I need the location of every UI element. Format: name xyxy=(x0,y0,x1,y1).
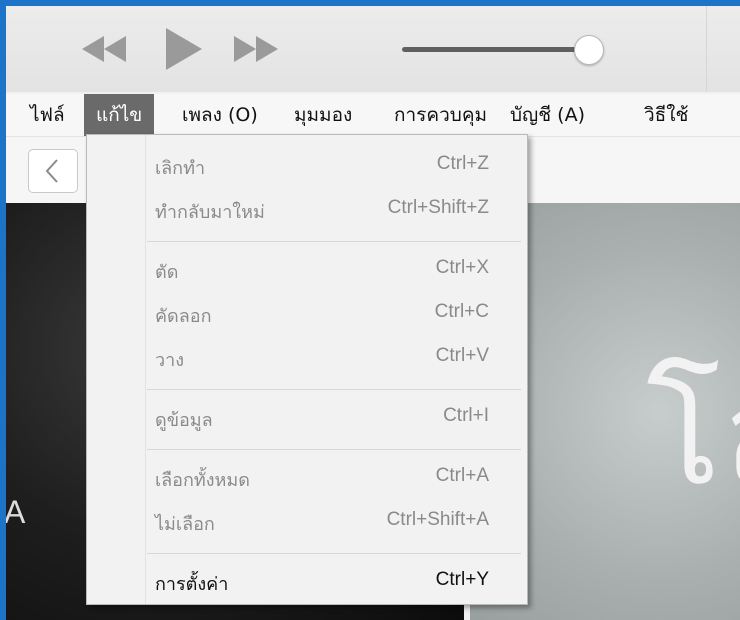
menu-item-label: ตัด xyxy=(155,262,179,283)
menu-item-copy[interactable]: คัดลอก Ctrl+C xyxy=(87,295,527,335)
menu-separator xyxy=(147,241,521,242)
menu-controls[interactable]: การควบคุม xyxy=(382,94,499,136)
menu-music[interactable]: เพลง (O) xyxy=(170,94,270,136)
menu-separator xyxy=(147,449,521,450)
fast-forward-icon[interactable] xyxy=(232,32,280,66)
menu-item-label: เลือกทั้งหมด xyxy=(155,470,250,491)
menu-help[interactable]: วิธีใช้ xyxy=(632,94,700,136)
chevron-left-icon xyxy=(45,159,58,183)
menu-separator xyxy=(147,389,521,390)
menu-separator xyxy=(147,553,521,554)
menu-edit[interactable]: แก้ไข xyxy=(84,94,155,136)
menu-item-label: การตั้งค่า xyxy=(155,574,229,595)
menu-item-paste[interactable]: วาง Ctrl+V xyxy=(87,339,527,379)
rewind-icon[interactable] xyxy=(80,32,128,66)
menu-view[interactable]: มุมมอง xyxy=(282,94,364,136)
menu-item-label: ทำกลับมาใหม่ xyxy=(155,202,265,223)
menu-item-label: วาง xyxy=(155,350,185,371)
menu-item-shortcut: Ctrl+Shift+A xyxy=(386,509,489,530)
menu-item-select-none[interactable]: ไม่เลือก Ctrl+Shift+A xyxy=(87,503,527,543)
back-button[interactable] xyxy=(28,149,78,193)
menu-item-label: ดูข้อมูล xyxy=(155,410,213,431)
edit-menu-dropdown: เลิกทำ Ctrl+Z ทำกลับมาใหม่ Ctrl+Shift+Z … xyxy=(86,134,528,605)
menu-item-shortcut: Ctrl+X xyxy=(435,257,489,278)
menu-item-label: ไม่เลือก xyxy=(155,514,215,535)
app-window: ไฟล์ แก้ไข เพลง (O) มุมมอง การควบคุม บัญ… xyxy=(6,6,740,620)
toolbar-divider xyxy=(706,6,707,92)
menu-item-shortcut: Ctrl+I xyxy=(443,405,489,426)
menu-item-get-info[interactable]: ดูข้อมูล Ctrl+I xyxy=(87,399,527,439)
album-art-left-text: A xyxy=(6,494,26,530)
menu-item-shortcut: Ctrl+C xyxy=(434,301,489,322)
volume-slider-knob[interactable] xyxy=(574,35,604,65)
menu-item-label: คัดลอก xyxy=(155,306,212,327)
menu-item-shortcut: Ctrl+V xyxy=(435,345,489,366)
menu-item-preferences[interactable]: การตั้งค่า Ctrl+Y xyxy=(87,563,527,603)
play-icon[interactable] xyxy=(162,26,204,72)
volume-slider-track[interactable] xyxy=(402,47,588,52)
playback-toolbar xyxy=(6,6,740,92)
menu-item-select-all[interactable]: เลือกทั้งหมด Ctrl+A xyxy=(87,459,527,499)
menu-item-cut[interactable]: ตัด Ctrl+X xyxy=(87,251,527,291)
menu-bar: ไฟล์ แก้ไข เพลง (O) มุมมอง การควบคุม บัญ… xyxy=(6,94,740,137)
menu-item-label: เลิกทำ xyxy=(155,158,206,179)
menu-item-undo[interactable]: เลิกทำ Ctrl+Z xyxy=(87,147,527,187)
menu-item-redo[interactable]: ทำกลับมาใหม่ Ctrl+Shift+Z xyxy=(87,191,527,231)
album-art-right-text: โล xyxy=(646,354,740,517)
menu-item-shortcut: Ctrl+Shift+Z xyxy=(387,197,489,218)
menu-account[interactable]: บัญชี (A) xyxy=(498,94,597,136)
menu-file[interactable]: ไฟล์ xyxy=(18,94,77,136)
menu-item-shortcut: Ctrl+A xyxy=(435,465,489,486)
menu-item-shortcut: Ctrl+Z xyxy=(436,153,489,174)
menu-item-shortcut: Ctrl+Y xyxy=(435,569,489,590)
